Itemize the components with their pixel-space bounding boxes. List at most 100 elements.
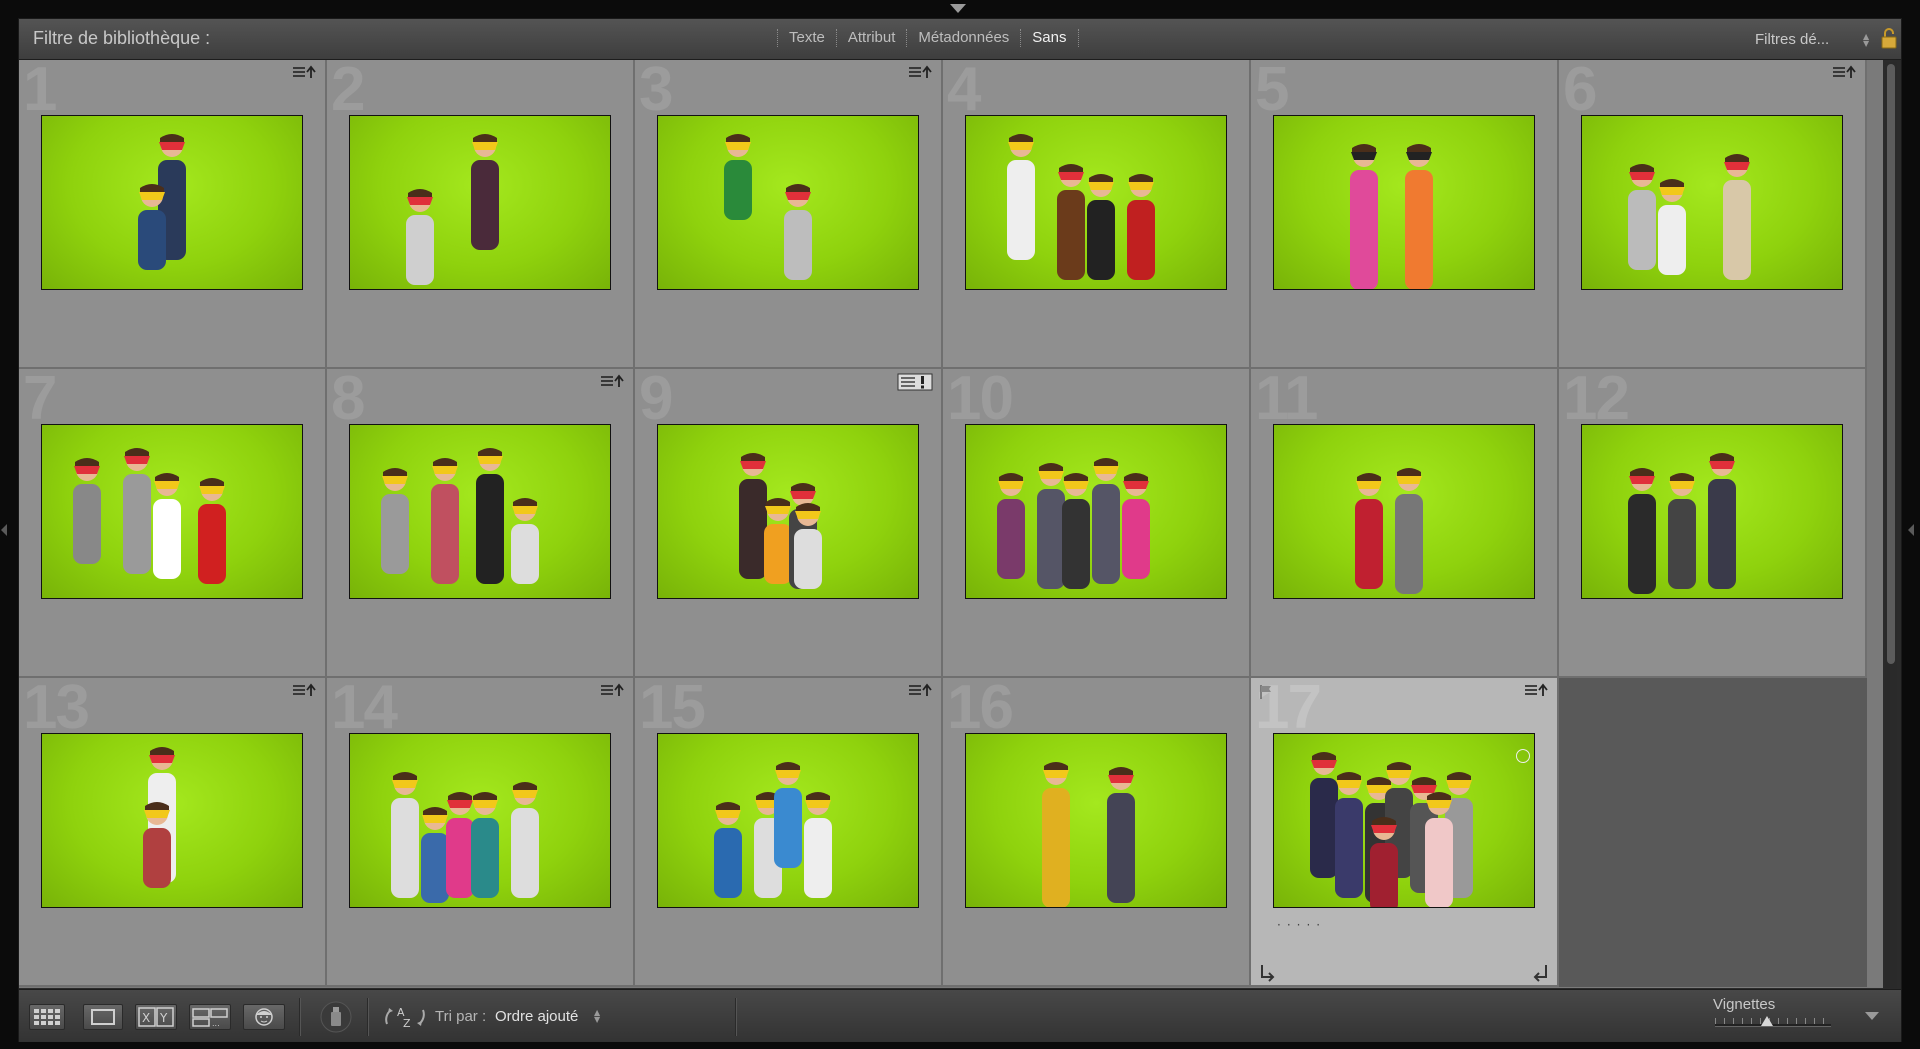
rotate-right-icon[interactable] xyxy=(1531,963,1551,983)
thumbnail-cell[interactable]: 9 xyxy=(635,369,943,678)
panel-toggle-right-icon[interactable] xyxy=(1908,524,1914,536)
dropdown-arrows-icon: ▲ ▼ xyxy=(1863,32,1870,48)
dropdown-arrows-icon: ▲ ▼ xyxy=(594,1008,601,1024)
panel-toggle-top-icon[interactable] xyxy=(950,4,966,13)
sort-direction-icon[interactable]: A Z xyxy=(381,1002,429,1032)
thumbnail-photo[interactable] xyxy=(965,733,1227,908)
photo-image xyxy=(1007,134,1155,280)
thumbnail-cell[interactable]: 5 xyxy=(1251,60,1559,369)
photo-image xyxy=(1628,453,1736,594)
library-filter-bar: Filtre de bibliothèque : Texte Attribut … xyxy=(19,19,1901,60)
thumbnail-photo[interactable] xyxy=(349,733,611,908)
loupe-view-button[interactable] xyxy=(83,1004,123,1030)
tab-text[interactable]: Texte xyxy=(777,29,836,47)
toolbar-separator xyxy=(735,998,737,1036)
svg-text:Y: Y xyxy=(159,1011,168,1025)
thumbnail-photo[interactable] xyxy=(657,115,919,290)
thumbnail-photo[interactable] xyxy=(657,424,919,599)
compare-view-icon: X Y xyxy=(138,1007,174,1027)
photo-image xyxy=(714,762,832,898)
filter-tabs: Texte Attribut Métadonnées Sans xyxy=(777,29,1079,47)
svg-text:X: X xyxy=(142,1011,150,1025)
thumbnail-photo[interactable] xyxy=(1273,115,1535,290)
flag-icon[interactable] xyxy=(1259,684,1273,700)
rating-stars-placeholder[interactable]: ····· xyxy=(1277,918,1326,932)
sort-order-dropdown[interactable]: Ordre ajouté xyxy=(495,1008,578,1025)
thumbnail-photo[interactable] xyxy=(1581,424,1843,599)
grid-view-icon xyxy=(34,1009,60,1025)
people-view-button[interactable] xyxy=(243,1004,285,1030)
thumbnail-photo[interactable] xyxy=(41,115,303,290)
metadata-badge-icon[interactable] xyxy=(1523,682,1549,698)
thumbnail-cell[interactable]: 4 xyxy=(943,60,1251,369)
thumbnail-cell[interactable]: 1 xyxy=(19,60,327,369)
thumbnail-cell[interactable]: 8 xyxy=(327,369,635,678)
thumbnail-cell[interactable]: 3 xyxy=(635,60,943,369)
painter-spray-icon[interactable] xyxy=(319,1000,353,1034)
photo-image xyxy=(138,134,186,270)
thumbnail-cell[interactable]: 6 xyxy=(1559,60,1867,369)
photo-image xyxy=(1350,144,1433,289)
thumbnail-cell[interactable]: 2 xyxy=(327,60,635,369)
thumbnail-cell[interactable]: 7 xyxy=(19,369,327,678)
thumbnail-photo[interactable] xyxy=(349,115,611,290)
toolbar-options-chevron-icon[interactable] xyxy=(1865,1012,1879,1020)
thumbnail-photo[interactable] xyxy=(1273,733,1535,908)
tab-metadata[interactable]: Métadonnées xyxy=(906,29,1020,47)
grid-scrollbar[interactable] xyxy=(1885,62,1897,988)
photo-image xyxy=(143,747,176,888)
tab-none[interactable]: Sans xyxy=(1020,29,1079,47)
metadata-badge-icon[interactable] xyxy=(907,64,933,80)
thumbnail-cell[interactable]: 16 xyxy=(943,678,1251,987)
metadata-badge-icon[interactable] xyxy=(1831,64,1857,80)
thumbnail-photo[interactable] xyxy=(41,424,303,599)
metadata-badge-icon[interactable] xyxy=(599,373,625,389)
thumbnail-cell[interactable]: 13 xyxy=(19,678,327,987)
thumbnail-cell[interactable]: 15 xyxy=(635,678,943,987)
thumbnail-photo[interactable] xyxy=(965,115,1227,290)
panel-toggle-left-icon[interactable] xyxy=(1,524,7,536)
grid-view-button[interactable] xyxy=(29,1004,65,1030)
photo-image xyxy=(997,458,1150,589)
survey-view-button[interactable]: ... xyxy=(189,1004,231,1030)
thumbnail-photo[interactable] xyxy=(965,424,1227,599)
metadata-badge-icon[interactable] xyxy=(907,682,933,698)
thumbnail-photo[interactable] xyxy=(1273,424,1535,599)
thumbnail-grid: 1 2 3 4 5 6 7 8 9 10 11 12 13 14 15 16 17 ····· xyxy=(19,60,1883,988)
thumbnail-cell[interactable]: 12 xyxy=(1559,369,1867,678)
thumbnail-cell[interactable]: 17 ····· xyxy=(1251,678,1559,987)
photo-image xyxy=(406,134,499,285)
metadata-warning-badge-icon[interactable] xyxy=(897,373,933,391)
metadata-badge-icon[interactable] xyxy=(291,64,317,80)
rotate-left-icon[interactable] xyxy=(1257,963,1277,983)
photo-image xyxy=(381,448,539,584)
photo-image xyxy=(739,453,822,589)
face-icon xyxy=(255,1008,273,1026)
photo-image xyxy=(73,448,226,584)
tab-attribute[interactable]: Attribut xyxy=(835,29,907,47)
toolbar-separator xyxy=(299,998,301,1036)
thumbnail-photo[interactable] xyxy=(657,733,919,908)
thumbnail-cell[interactable]: 14 xyxy=(327,678,635,987)
photo-image xyxy=(724,134,812,280)
metadata-badge-icon[interactable] xyxy=(291,682,317,698)
filter-preset-dropdown[interactable]: Filtres dé... xyxy=(1755,31,1829,48)
thumbnail-cell[interactable]: 10 xyxy=(943,369,1251,678)
photo-image xyxy=(1042,762,1135,907)
sort-label: Tri par : xyxy=(435,1008,487,1025)
photo-image xyxy=(391,772,539,903)
survey-view-icon: ... xyxy=(192,1008,228,1028)
thumbnail-photo[interactable] xyxy=(41,733,303,908)
scrollbar-thumb[interactable] xyxy=(1887,64,1895,664)
lock-icon[interactable] xyxy=(1881,27,1897,49)
bottom-toolbar: X Y ... A Z Tri par: Ordre ajouté ▲ ▼ V… xyxy=(19,989,1901,1042)
svg-text:...: ... xyxy=(212,1019,220,1028)
thumbnail-photo[interactable] xyxy=(349,424,611,599)
slider-thumb[interactable] xyxy=(1761,1016,1774,1026)
metadata-badge-icon[interactable] xyxy=(599,682,625,698)
quick-collection-circle-icon[interactable] xyxy=(1516,749,1530,763)
thumbnail-photo[interactable] xyxy=(1581,115,1843,290)
thumbnail-cell[interactable]: 11 xyxy=(1251,369,1559,678)
photo-image xyxy=(1628,154,1751,280)
compare-view-button[interactable]: X Y xyxy=(135,1004,177,1030)
